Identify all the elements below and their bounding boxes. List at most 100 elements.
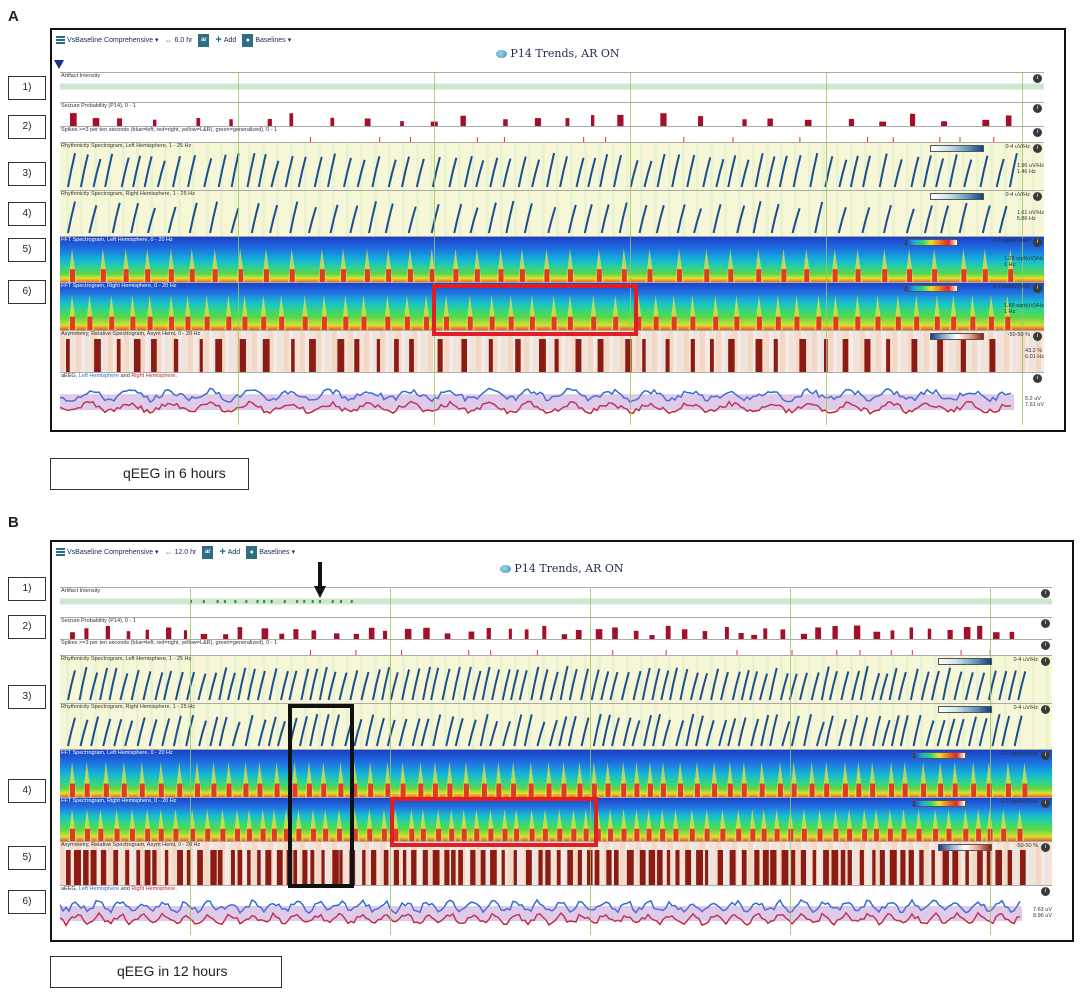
seizure-bar xyxy=(1005,115,1012,126)
rhythm-streak xyxy=(613,154,623,188)
info-icon[interactable]: i xyxy=(1033,238,1042,247)
asymmetry-band xyxy=(230,850,235,885)
rhythm-streak xyxy=(256,670,266,701)
rhythm-streak xyxy=(92,158,102,188)
rhythm-streak xyxy=(375,717,385,747)
info-icon[interactable]: i xyxy=(1041,657,1050,666)
seizure-bar xyxy=(848,118,855,126)
rhythm-streak xyxy=(720,671,729,701)
rhythm-streak xyxy=(629,159,639,188)
seizure-bar xyxy=(237,627,243,639)
track-aeeg[interactable]: aEEG, Left Hemisphere and Right Hemisphe… xyxy=(60,885,1052,936)
rhythm-streak xyxy=(167,206,177,234)
track-fft_left[interactable]: FFT Spectrogram, Left Hemisphere, 0 - 20… xyxy=(60,236,1044,283)
ar-icon[interactable]: ar xyxy=(198,33,210,47)
add-button[interactable]: + Add xyxy=(219,547,241,558)
baselines-button[interactable]: ● Baselines ▾ xyxy=(242,33,291,47)
track-spikes[interactable]: Spikes >=3 per ten seconds (blue=left, r… xyxy=(60,126,1044,143)
view-menu-button[interactable]: VsBaseline Comprehensive ▾ xyxy=(56,548,159,556)
rhythm-streak xyxy=(883,204,892,234)
rhythm-streak xyxy=(600,671,610,701)
baselines-button[interactable]: ● Baselines ▾ xyxy=(246,545,295,559)
info-icon[interactable]: i xyxy=(1033,192,1042,201)
fft-burst-core xyxy=(481,783,487,798)
info-icon[interactable]: i xyxy=(1033,284,1042,293)
track-rhythm_right[interactable]: Rhythmicity Spectrogram, Right Hemispher… xyxy=(60,703,1052,750)
track-fft_left[interactable]: FFT Spectrogram, Left Hemisphere, 0 - 20… xyxy=(60,749,1052,798)
seizure-bar xyxy=(524,629,529,639)
track-rhythm_right[interactable]: Rhythmicity Spectrogram, Right Hemispher… xyxy=(60,190,1044,237)
asymmetry-band xyxy=(613,850,619,885)
info-icon[interactable]: i xyxy=(1033,74,1042,83)
track-rhythm_left[interactable]: Rhythmicity Spectrogram, Left Hemisphere… xyxy=(60,142,1044,191)
rhythm-streak xyxy=(67,201,76,234)
track-spikes[interactable]: Spikes >=3 per ten seconds (blue=left, r… xyxy=(60,639,1052,656)
rhythm-streak xyxy=(652,713,662,747)
view-menu-button[interactable]: VsBaseline Comprehensive ▾ xyxy=(56,36,159,44)
info-icon[interactable]: i xyxy=(1041,843,1050,852)
add-button[interactable]: + Add xyxy=(215,35,236,46)
track-aeeg[interactable]: aEEG, Left Hemisphere and Right Hemisphe… xyxy=(60,372,1044,426)
info-icon[interactable]: i xyxy=(1041,705,1050,714)
fft-burst-core xyxy=(756,269,762,283)
track-value-rhythm_left: 1.96 uV/Hz 1.46 Hz xyxy=(1016,163,1044,175)
track-artifact[interactable]: Artifact Intensity i xyxy=(60,72,1044,103)
rhythm-streak xyxy=(148,719,158,747)
info-icon[interactable]: i xyxy=(1033,144,1042,153)
info-icon[interactable]: i xyxy=(1041,589,1050,598)
rhythm-streak xyxy=(705,720,715,747)
asymmetry-band xyxy=(538,850,543,885)
asymmetry-band xyxy=(690,339,695,372)
rhythm-streak xyxy=(67,670,76,701)
info-icon[interactable]: i xyxy=(1041,641,1050,650)
track-seizure[interactable]: Seizure Probability (P14), 0 - 1 i xyxy=(60,102,1044,127)
time-scale-button[interactable]: ⇔ 12.0 hr xyxy=(165,548,197,557)
artifact-mark xyxy=(303,600,306,603)
fft-burst-core xyxy=(194,783,200,798)
rhythm-streak xyxy=(502,720,512,747)
rhythm-streak xyxy=(368,201,377,234)
rhythm-streak xyxy=(750,718,760,747)
rhythm-streak xyxy=(968,716,977,747)
rhythm-streak xyxy=(643,714,653,747)
info-icon[interactable]: i xyxy=(1033,128,1042,137)
track-graphic-seizure xyxy=(70,625,1015,639)
fft-burst-core xyxy=(1005,783,1011,798)
track-seizure[interactable]: Seizure Probability (P14), 0 - 1 i xyxy=(60,617,1052,640)
asymmetry-band xyxy=(265,850,272,885)
track-rhythm_left[interactable]: Rhythmicity Spectrogram, Left Hemisphere… xyxy=(60,655,1052,704)
highlight-box-red xyxy=(390,797,598,847)
info-icon[interactable]: i xyxy=(1033,332,1042,341)
asymmetry-band xyxy=(383,850,389,885)
ar-icon[interactable]: ar xyxy=(202,545,214,559)
trend-plot-area[interactable]: Artifact Intensity i Seizure Probability (… xyxy=(60,587,1052,936)
track-artifact[interactable]: Artifact Intensity i xyxy=(60,587,1052,618)
time-scale-button[interactable]: ⇔ 6.0 hr xyxy=(165,36,193,45)
seizure-bar xyxy=(617,114,624,126)
info-icon[interactable]: i xyxy=(1041,619,1050,628)
rhythm-streak xyxy=(386,719,396,747)
artifact-mark xyxy=(245,600,248,603)
asymmetry-band xyxy=(133,339,141,372)
info-icon[interactable]: i xyxy=(1041,799,1050,808)
rhythm-streak xyxy=(559,665,569,701)
color-scale-label-asym: -50-50 % xyxy=(1015,843,1038,849)
seizure-bar xyxy=(503,119,508,126)
track-asym[interactable]: Asymmetry, Relative Spectrogram, Asym He… xyxy=(60,841,1052,886)
track-asym[interactable]: Asymmetry, Relative Spectrogram, Asym He… xyxy=(60,330,1044,373)
seizure-bar xyxy=(468,631,475,639)
info-icon[interactable]: i xyxy=(1033,104,1042,113)
rhythm-streak xyxy=(599,153,609,188)
time-cursor-marker[interactable] xyxy=(54,60,64,69)
track-label-asym: Asymmetry, Relative Spectrogram, Asym He… xyxy=(61,331,201,337)
fft-burst-core xyxy=(660,783,666,798)
info-icon[interactable]: i xyxy=(1041,887,1050,896)
add-label: Add xyxy=(227,548,241,556)
info-icon[interactable]: i xyxy=(1041,751,1050,760)
info-icon[interactable]: i xyxy=(1033,374,1042,383)
trend-plot-area[interactable]: Artifact Intensity i Seizure Probability (… xyxy=(60,72,1044,426)
rhythm-streak xyxy=(838,718,847,747)
asymmetry-band xyxy=(90,850,97,885)
asymmetry-band xyxy=(556,850,561,885)
rhythm-streak xyxy=(878,153,888,188)
